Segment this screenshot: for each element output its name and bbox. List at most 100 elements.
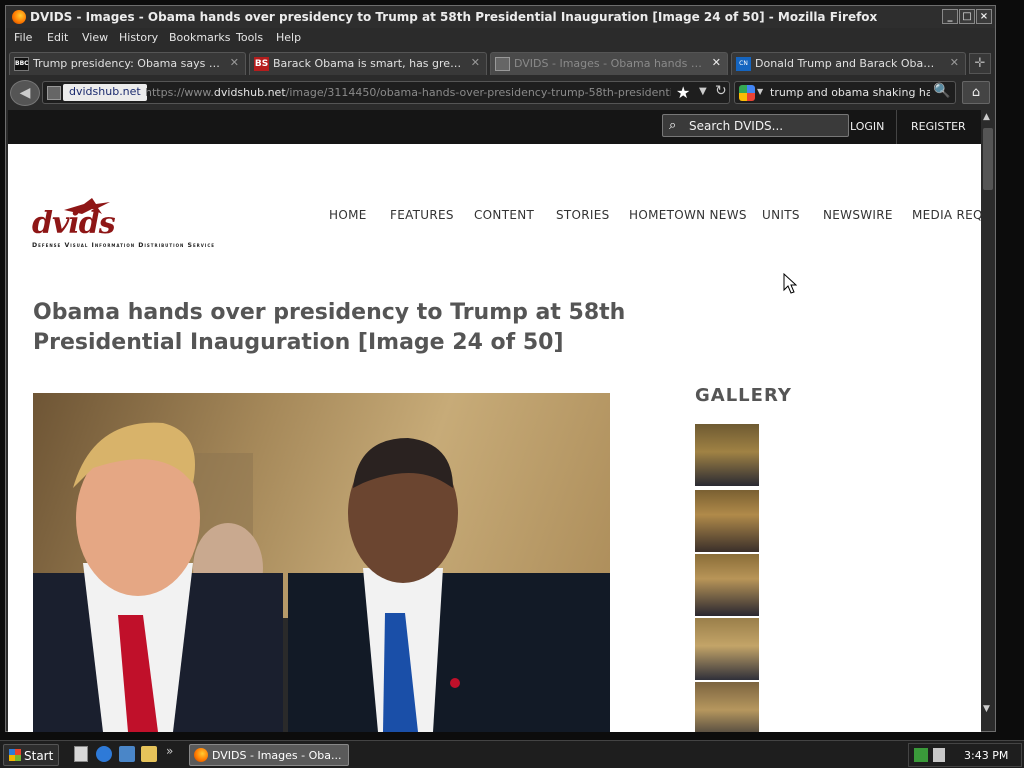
start-button[interactable]: Start [3, 744, 59, 766]
reload-icon[interactable]: ↻ [715, 83, 727, 99]
tab-dvids-active[interactable]: DVIDS - Images - Obama hands over p... ✕ [490, 52, 728, 75]
cn-favicon: CN [736, 57, 751, 71]
nav-units[interactable]: UNITS [762, 208, 800, 222]
scrollbar-thumb[interactable] [983, 128, 993, 190]
menu-tools[interactable]: Tools [236, 31, 263, 44]
tab-label: DVIDS - Images - Obama hands over p... [514, 57, 705, 70]
menu-file[interactable]: File [14, 31, 32, 44]
search-magnifier-icon[interactable]: 🔍 [933, 83, 950, 99]
navigation-bar: ◀ dvidshub.net https://www.dvidshub.net/… [6, 77, 995, 109]
title-bar: DVIDS - Images - Obama hands over presid… [6, 6, 995, 28]
gallery-thumbnail[interactable] [695, 682, 759, 732]
site-top-bar: ⌕ Search DVIDS... LOGIN REGISTER [8, 110, 981, 144]
start-label: Start [24, 749, 54, 763]
menu-edit[interactable]: Edit [47, 31, 68, 44]
url-prefix: https://www. [145, 86, 214, 99]
nav-content[interactable]: CONTENT [474, 208, 534, 222]
back-arrow-icon[interactable]: ◀ [10, 80, 40, 106]
menu-history[interactable]: History [119, 31, 158, 44]
dvids-logo[interactable]: dvids Defense Visual Information Distrib… [32, 198, 292, 250]
mouse-cursor-icon [783, 273, 797, 294]
folder-icon[interactable] [141, 746, 157, 762]
gallery-thumbnail[interactable] [695, 424, 759, 486]
bs-favicon: BS [254, 57, 269, 71]
close-button[interactable]: × [976, 9, 992, 24]
home-icon[interactable]: ⌂ [962, 81, 990, 104]
media-player-icon[interactable] [119, 746, 135, 762]
tab-label: Trump presidency: Obama says he ma... [33, 57, 223, 70]
photo-illustration [33, 422, 610, 732]
new-tab-icon[interactable]: ✛ [969, 53, 991, 74]
url-domain: dvidshub.net [213, 86, 286, 99]
nav-hometown-news[interactable]: HOMETOWN NEWS [629, 208, 747, 222]
page-viewport: ⌕ Search DVIDS... LOGIN REGISTER dvids D… [8, 110, 981, 732]
internet-explorer-icon[interactable] [96, 746, 112, 762]
scroll-up-arrow-icon[interactable]: ▲ [983, 112, 990, 122]
bookmark-star-icon[interactable]: ★ [676, 83, 690, 102]
main-photo[interactable] [33, 393, 610, 732]
vertical-scrollbar[interactable]: ▲ ▼ [981, 110, 995, 718]
page-title-line-1: Obama hands over presidency to Trump at … [33, 300, 626, 325]
url-bar[interactable]: dvidshub.net https://www.dvidshub.net/im… [42, 81, 730, 104]
browser-window: DVIDS - Images - Obama hands over presid… [5, 5, 996, 732]
menu-view[interactable]: View [82, 31, 108, 44]
nav-newswire[interactable]: NEWSWIRE [823, 208, 893, 222]
nav-stories[interactable]: STORIES [556, 208, 610, 222]
tab-label: Barack Obama is smart, has great sens... [273, 57, 464, 70]
site-identity-badge[interactable]: dvidshub.net [63, 84, 147, 101]
site-search-input[interactable]: ⌕ Search DVIDS... [662, 114, 849, 137]
taskbar-window-label: DVIDS - Images - Oba... [212, 749, 342, 762]
gallery-thumbnail[interactable] [695, 554, 759, 616]
history-dropdown-icon[interactable]: ▼ [699, 86, 707, 97]
scroll-down-arrow-icon[interactable]: ▼ [983, 704, 990, 714]
site-search-placeholder: Search DVIDS... [689, 119, 784, 133]
gallery-thumbnail[interactable] [695, 490, 759, 552]
nav-media-requests[interactable]: MEDIA REQU [912, 208, 981, 222]
taskbar-firefox-window[interactable]: DVIDS - Images - Oba... [189, 744, 349, 766]
search-icon: ⌕ [669, 118, 677, 133]
windows-logo-icon [9, 749, 21, 761]
show-desktop-icon[interactable] [74, 746, 88, 762]
close-tab-icon[interactable]: ✕ [230, 56, 239, 69]
maximize-button[interactable]: □ [959, 9, 975, 24]
page-favicon [495, 57, 510, 71]
register-link[interactable]: REGISTER [911, 120, 966, 133]
site-identity-icon[interactable] [47, 86, 61, 100]
tab-label: Donald Trump and Barack Obama hold ... [755, 57, 943, 70]
login-link[interactable]: LOGIN [850, 120, 884, 133]
header-divider [896, 110, 897, 144]
tab-cnn[interactable]: CN Donald Trump and Barack Obama hold ..… [731, 52, 966, 75]
url-path: /image/3114450/obama-hands-over-presiden… [285, 86, 671, 99]
firefox-icon [194, 748, 208, 762]
gallery-heading: GALLERY [695, 385, 792, 406]
tab-business-standard[interactable]: BS Barack Obama is smart, has great sens… [249, 52, 487, 75]
clock: 3:43 PM [964, 749, 1009, 762]
search-input[interactable]: trump and obama shaking hands [770, 86, 930, 99]
nav-home[interactable]: HOME [329, 208, 367, 222]
minimize-button[interactable]: _ [942, 9, 958, 24]
menu-bookmarks[interactable]: Bookmarks [169, 31, 230, 44]
page-title: Obama hands over presidency to Trump at … [33, 298, 633, 358]
taskbar: Start » DVIDS - Images - Oba... 3:43 PM [0, 740, 1024, 768]
network-icon[interactable] [914, 748, 928, 762]
quicklaunch-more-icon[interactable]: » [166, 744, 173, 758]
firefox-icon [12, 10, 26, 24]
close-tab-icon[interactable]: ✕ [712, 56, 721, 69]
tab-bar: BBC Trump presidency: Obama says he ma..… [6, 49, 995, 76]
google-engine-icon[interactable] [739, 85, 755, 101]
tab-bbc[interactable]: BBC Trump presidency: Obama says he ma..… [9, 52, 246, 75]
close-tab-icon[interactable]: ✕ [950, 56, 959, 69]
window-title: DVIDS - Images - Obama hands over presid… [30, 10, 878, 24]
logo-tagline: Defense Visual Information Distribution … [32, 242, 216, 249]
engine-dropdown-icon[interactable]: ▼ [757, 87, 763, 96]
logo-wordmark: dvids [32, 206, 116, 241]
menu-help[interactable]: Help [276, 31, 301, 44]
menu-bar: File Edit View History Bookmarks Tools H… [6, 28, 995, 48]
url-text[interactable]: https://www.dvidshub.net/image/3114450/o… [145, 86, 671, 99]
close-tab-icon[interactable]: ✕ [471, 56, 480, 69]
volume-icon[interactable] [933, 748, 945, 762]
search-bar[interactable]: ▼ trump and obama shaking hands 🔍 [734, 81, 956, 104]
bbc-favicon: BBC [14, 57, 29, 71]
gallery-thumbnail[interactable] [695, 618, 759, 680]
nav-features[interactable]: FEATURES [390, 208, 454, 222]
